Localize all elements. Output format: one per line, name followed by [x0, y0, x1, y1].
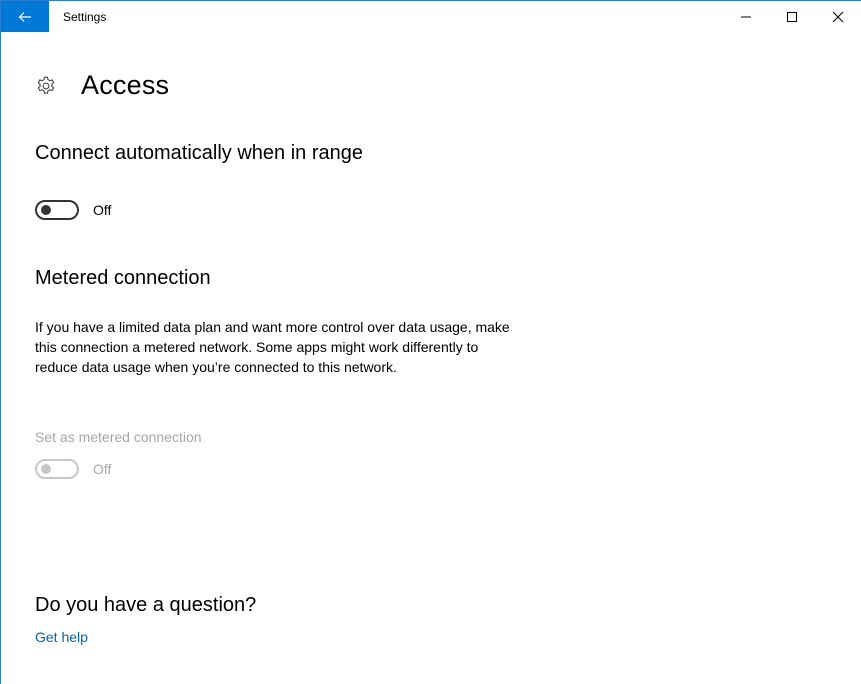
- close-icon: [832, 11, 844, 22]
- metered-heading: Metered connection: [35, 267, 211, 289]
- metered-setting-label: Set as metered connection: [35, 429, 202, 445]
- maximize-icon: [787, 11, 797, 22]
- back-arrow-icon: [18, 11, 31, 22]
- page-header: Access: [35, 70, 169, 101]
- minimize-button[interactable]: [723, 1, 769, 32]
- app-title: Settings: [63, 9, 107, 24]
- connect-auto-toggle-row: Off: [35, 200, 111, 220]
- metered-toggle-state: Off: [93, 461, 112, 477]
- close-button[interactable]: [815, 1, 861, 32]
- back-button[interactable]: [1, 1, 49, 32]
- title-bar: Settings: [1, 1, 861, 32]
- connect-auto-toggle[interactable]: [35, 200, 79, 220]
- maximize-button[interactable]: [769, 1, 815, 32]
- window-controls: [723, 1, 861, 32]
- toggle-knob: [41, 205, 51, 215]
- connect-auto-toggle-state: Off: [93, 202, 112, 218]
- metered-toggle-row: Off: [35, 459, 111, 479]
- minimize-icon: [741, 16, 751, 17]
- gear-icon: [37, 76, 55, 94]
- metered-toggle[interactable]: [35, 459, 79, 479]
- metered-description: If you have a limited data plan and want…: [35, 319, 510, 375]
- toggle-knob: [41, 464, 51, 474]
- connect-auto-heading: Connect automatically when in range: [35, 142, 363, 164]
- page-title: Access: [81, 70, 170, 100]
- get-help-link[interactable]: Get help: [35, 629, 88, 645]
- settings-window: Settings Access Connect automatically wh…: [0, 0, 861, 684]
- help-heading: Do you have a question?: [35, 594, 257, 616]
